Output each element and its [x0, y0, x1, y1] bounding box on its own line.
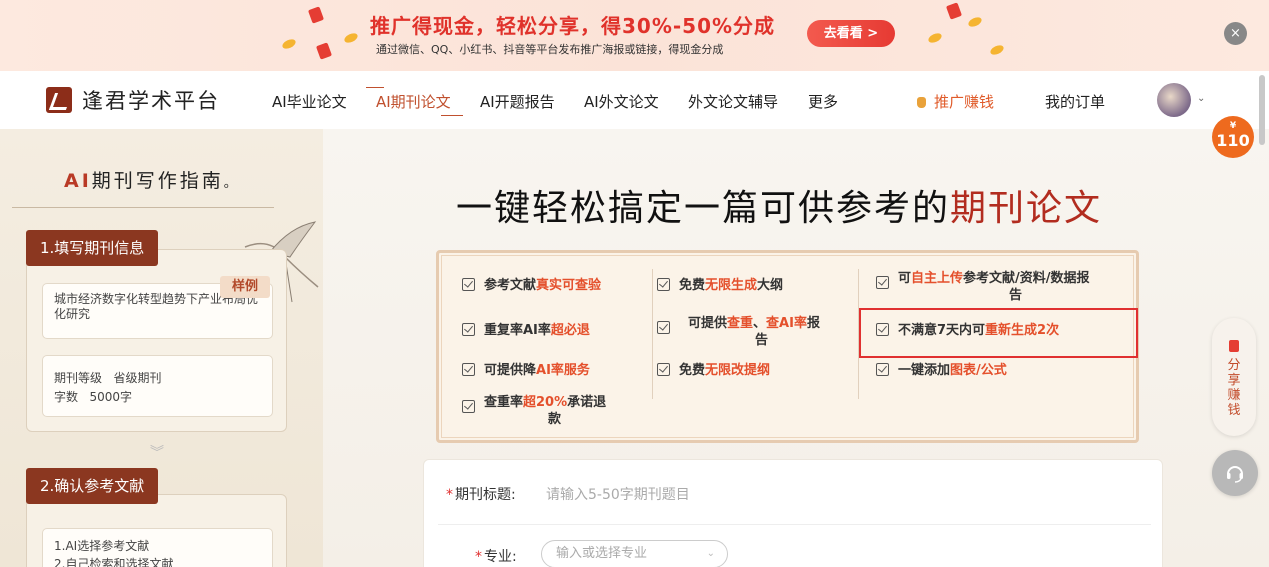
form-divider — [438, 524, 1151, 525]
nav-item-ai-proposal[interactable]: AI开题报告 — [480, 91, 555, 112]
title-label: * 期刊标题: — [446, 487, 516, 503]
nav-item-more[interactable]: 更多 — [808, 91, 838, 112]
major-select[interactable]: 输入或选择专业 ⌄ — [541, 540, 728, 567]
hero-title: 一键轻松搞定一篇可供参考的期刊论文 — [456, 188, 1103, 229]
scrollbar-thumb[interactable] — [1259, 75, 1265, 145]
checkbox-icon — [657, 278, 670, 291]
red-envelope-icon — [315, 42, 333, 60]
reference-steps-card: 1.AI选择参考文献 2.自己检索和选择文献 — [42, 528, 273, 567]
red-envelope-icon — [945, 2, 963, 20]
coupon-badge[interactable]: ¥ 110 — [1212, 116, 1254, 158]
feature-reduce-ai-rate: 可提供降AI率服务 — [462, 363, 590, 377]
avatar[interactable] — [1157, 83, 1191, 117]
nav-promo-link[interactable]: 推广赚钱 — [917, 91, 994, 112]
feature-refund-guarantee: 重复率AI率超必退 — [462, 323, 590, 337]
main-content: 一键轻松搞定一篇可供参考的期刊论文 参考文献真实可查验 免费无限生成大纲 可自主… — [323, 129, 1269, 567]
feature-free-edit-outline: 免费无限改提纲 — [657, 363, 770, 377]
money-bag-icon — [917, 97, 926, 108]
checkbox-icon — [462, 278, 475, 291]
checkbox-icon — [657, 321, 670, 334]
red-envelope-icon — [1229, 340, 1239, 352]
close-icon[interactable]: × — [1224, 22, 1247, 45]
coin-icon — [342, 31, 360, 45]
coin-icon — [926, 31, 944, 45]
feature-duplicate-refund: 查重率超20%承诺退款 — [462, 396, 606, 426]
feature-upload-materials: 可自主上传参考文献/资料/数据报告 — [876, 272, 1090, 302]
nav-item-foreign-tutoring[interactable]: 外文论文辅导 — [688, 91, 778, 112]
checkbox-icon — [876, 363, 889, 376]
step1-label: 1.填写期刊信息 — [26, 230, 159, 266]
nav-my-orders[interactable]: 我的订单 — [1045, 91, 1105, 112]
highlight-frame — [859, 308, 1138, 358]
journal-form: * 期刊标题: 请输入5-50字期刊题目 * 专业: 输入或选择专业 ⌄ — [423, 459, 1163, 567]
nav-item-ai-journal[interactable]: AI期刊论文 — [366, 87, 463, 116]
journal-title-input[interactable]: 请输入5-50字期刊题目 — [546, 484, 690, 504]
checkbox-icon — [657, 363, 670, 376]
nav-item-ai-foreign-paper[interactable]: AI外文论文 — [584, 91, 659, 112]
red-envelope-icon — [307, 6, 325, 24]
coin-icon — [966, 15, 984, 29]
checkbox-icon — [876, 276, 889, 289]
nav-item-ai-thesis[interactable]: AI毕业论文 — [272, 91, 347, 112]
headset-icon — [1227, 466, 1243, 483]
logo-icon — [46, 87, 72, 113]
feature-add-charts: 一键添加图表/公式 — [876, 363, 1007, 377]
brand-name: 逢君学术平台 — [82, 89, 220, 113]
checkbox-icon — [462, 363, 475, 376]
column-divider — [652, 269, 653, 399]
coin-icon — [988, 43, 1006, 57]
feature-free-outline: 免费无限生成大纲 — [657, 278, 783, 292]
checkbox-icon — [462, 323, 475, 336]
guide-sidebar: AI期刊写作指南。 城市经济数字化转型趋势下产业布局优化研究 期刊等级 省级期刊… — [0, 129, 323, 567]
step2-panel: 1.AI选择参考文献 2.自己检索和选择文献 — [26, 494, 287, 567]
title-divider — [12, 207, 274, 208]
promo-banner: 推广得现金，轻松分享，得30%-50%分成 通过微信、QQ、小红书、抖音等平台发… — [0, 0, 1269, 71]
top-nav: 逢君学术平台 AI毕业论文 AI期刊论文 AI开题报告 AI外文论文 外文论文辅… — [0, 71, 1269, 129]
promo-title: 推广得现金，轻松分享，得30%-50%分成 — [370, 14, 776, 38]
share-earn-button[interactable]: 分享赚钱 — [1212, 318, 1256, 436]
sample-tag: 样例 — [220, 276, 270, 298]
feature-real-references: 参考文献真实可查验 — [462, 278, 601, 292]
promo-subtitle: 通过微信、QQ、小红书、抖音等平台发布推广海报或链接，得现金分成 — [376, 43, 724, 56]
step2-label: 2.确认参考文献 — [26, 468, 159, 504]
brand-logo[interactable]: 逢君学术平台 — [46, 85, 220, 115]
guide-title: AI期刊写作指南。 — [64, 170, 240, 192]
customer-support-button[interactable] — [1212, 450, 1258, 496]
chevron-down-icon: ⌄ — [706, 548, 715, 559]
major-label: * 专业: — [475, 549, 517, 565]
promo-cta-button[interactable]: 去看看 > — [807, 20, 895, 47]
checkbox-icon — [462, 400, 475, 413]
chevron-down-icon[interactable]: ⌄ — [1197, 93, 1205, 104]
feature-plagiarism-ai-report: 可提供查重、查AI率报告 — [657, 317, 820, 347]
coin-icon — [280, 37, 298, 51]
journal-info-card: 期刊等级 省级期刊 字数 5000字 — [42, 355, 273, 417]
chevron-down-icon: ︾ — [150, 445, 164, 461]
scrollbar[interactable] — [1259, 71, 1265, 567]
